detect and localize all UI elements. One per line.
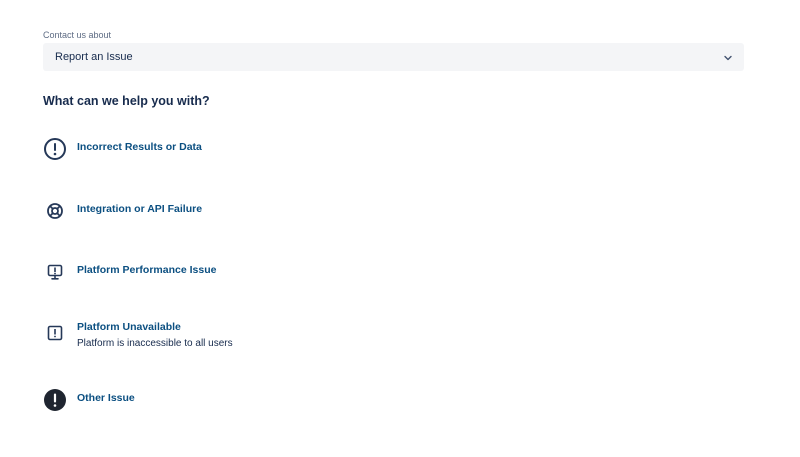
option-title: Platform Unavailable <box>77 321 181 333</box>
chevron-down-icon <box>722 51 734 63</box>
help-heading: What can we help you with? <box>43 94 210 108</box>
option-platform-unavailable[interactable]: Platform Unavailable Platform is inacces… <box>43 318 443 352</box>
lifebuoy-icon <box>43 199 67 223</box>
option-title: Platform Performance Issue <box>77 264 217 276</box>
option-title: Integration or API Failure <box>77 203 203 215</box>
contact-type-select[interactable]: Report an Issue <box>43 43 744 71</box>
request-type-page: Contact us about Report an Issue What ca… <box>0 0 800 457</box>
option-platform-performance[interactable]: Platform Performance Issue <box>43 260 443 300</box>
option-other-issue[interactable]: Other Issue <box>43 388 443 428</box>
contact-us-about-label: Contact us about <box>43 30 112 40</box>
option-integration-api-failure[interactable]: Integration or API Failure <box>43 199 443 239</box>
monitor-warning-icon <box>43 260 67 284</box>
filled-warning-circle-icon <box>43 388 67 412</box>
contact-type-selected-value: Report an Issue <box>55 51 133 63</box>
square-warning-icon <box>43 321 67 345</box>
option-title: Incorrect Results or Data <box>77 141 202 153</box>
option-incorrect-results[interactable]: Incorrect Results or Data <box>43 137 443 177</box>
option-title: Other Issue <box>77 392 135 404</box>
error-circle-icon <box>43 137 67 161</box>
option-description: Platform is inaccessible to all users <box>77 338 233 349</box>
